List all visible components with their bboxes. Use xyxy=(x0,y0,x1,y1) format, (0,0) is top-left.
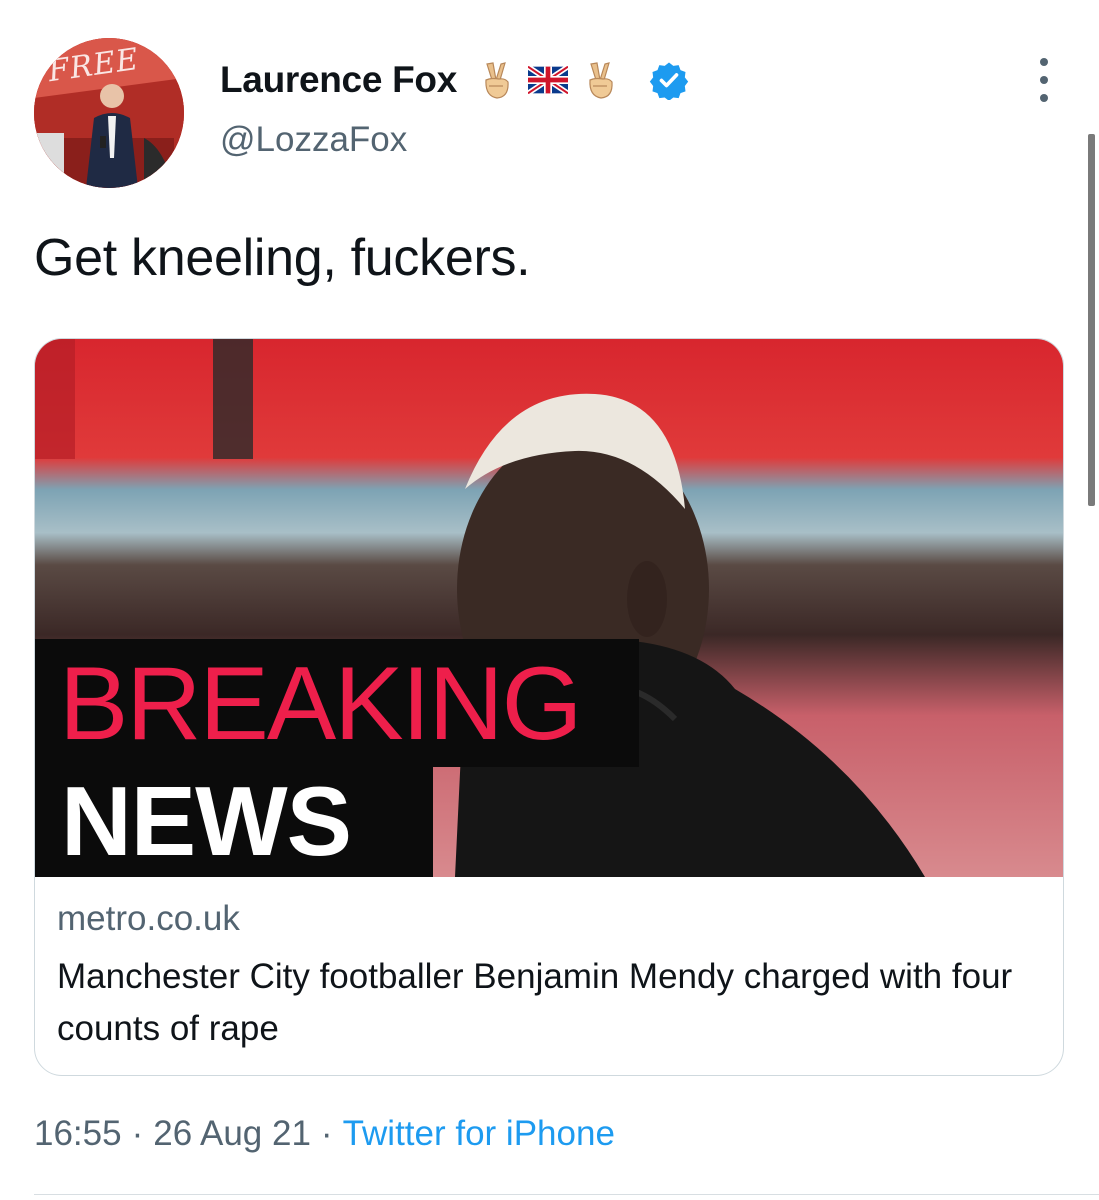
tweet-time[interactable]: 16:55 xyxy=(34,1114,122,1154)
meta-separator: · xyxy=(131,1114,144,1153)
card-domain: metro.co.uk xyxy=(57,899,240,938)
divider xyxy=(34,1194,1099,1195)
union-jack-flag-icon xyxy=(527,59,569,101)
author-display-name[interactable]: Laurence Fox xyxy=(220,59,457,101)
tweet-date[interactable]: 26 Aug 21 xyxy=(153,1114,311,1154)
breaking-news-badge: BREAKING xyxy=(35,639,639,767)
avatar[interactable]: FREE xyxy=(34,38,184,188)
badge-news-text: NEWS xyxy=(61,766,352,876)
author-handle[interactable]: @LozzaFox xyxy=(220,120,407,160)
more-options-icon[interactable] xyxy=(1026,58,1062,102)
link-preview-card[interactable]: BREAKING NEWS metro.co.uk Manchester Cit… xyxy=(34,338,1064,1076)
tweet-source-link[interactable]: Twitter for iPhone xyxy=(343,1114,615,1154)
verified-badge-icon xyxy=(649,60,689,100)
tweet-text: Get kneeling, fuckers. xyxy=(34,229,531,287)
card-title: Manchester City footballer Benjamin Mend… xyxy=(57,957,1013,1048)
card-image: BREAKING NEWS xyxy=(35,339,1063,877)
tweet-meta: 16:55 · 26 Aug 21 · Twitter for iPhone xyxy=(34,1114,615,1154)
badge-breaking-text: BREAKING xyxy=(59,646,582,762)
tweet-page: FREE Laurence Fox @LozzaFox Get kneeling… xyxy=(0,0,1099,1200)
victory-hand-emoji-icon xyxy=(579,59,621,101)
scrollbar[interactable] xyxy=(1088,134,1095,506)
meta-separator: · xyxy=(320,1114,333,1153)
victory-hand-emoji-icon xyxy=(475,59,517,101)
news-badge: NEWS xyxy=(35,767,433,877)
author-name-row: Laurence Fox xyxy=(220,52,689,108)
